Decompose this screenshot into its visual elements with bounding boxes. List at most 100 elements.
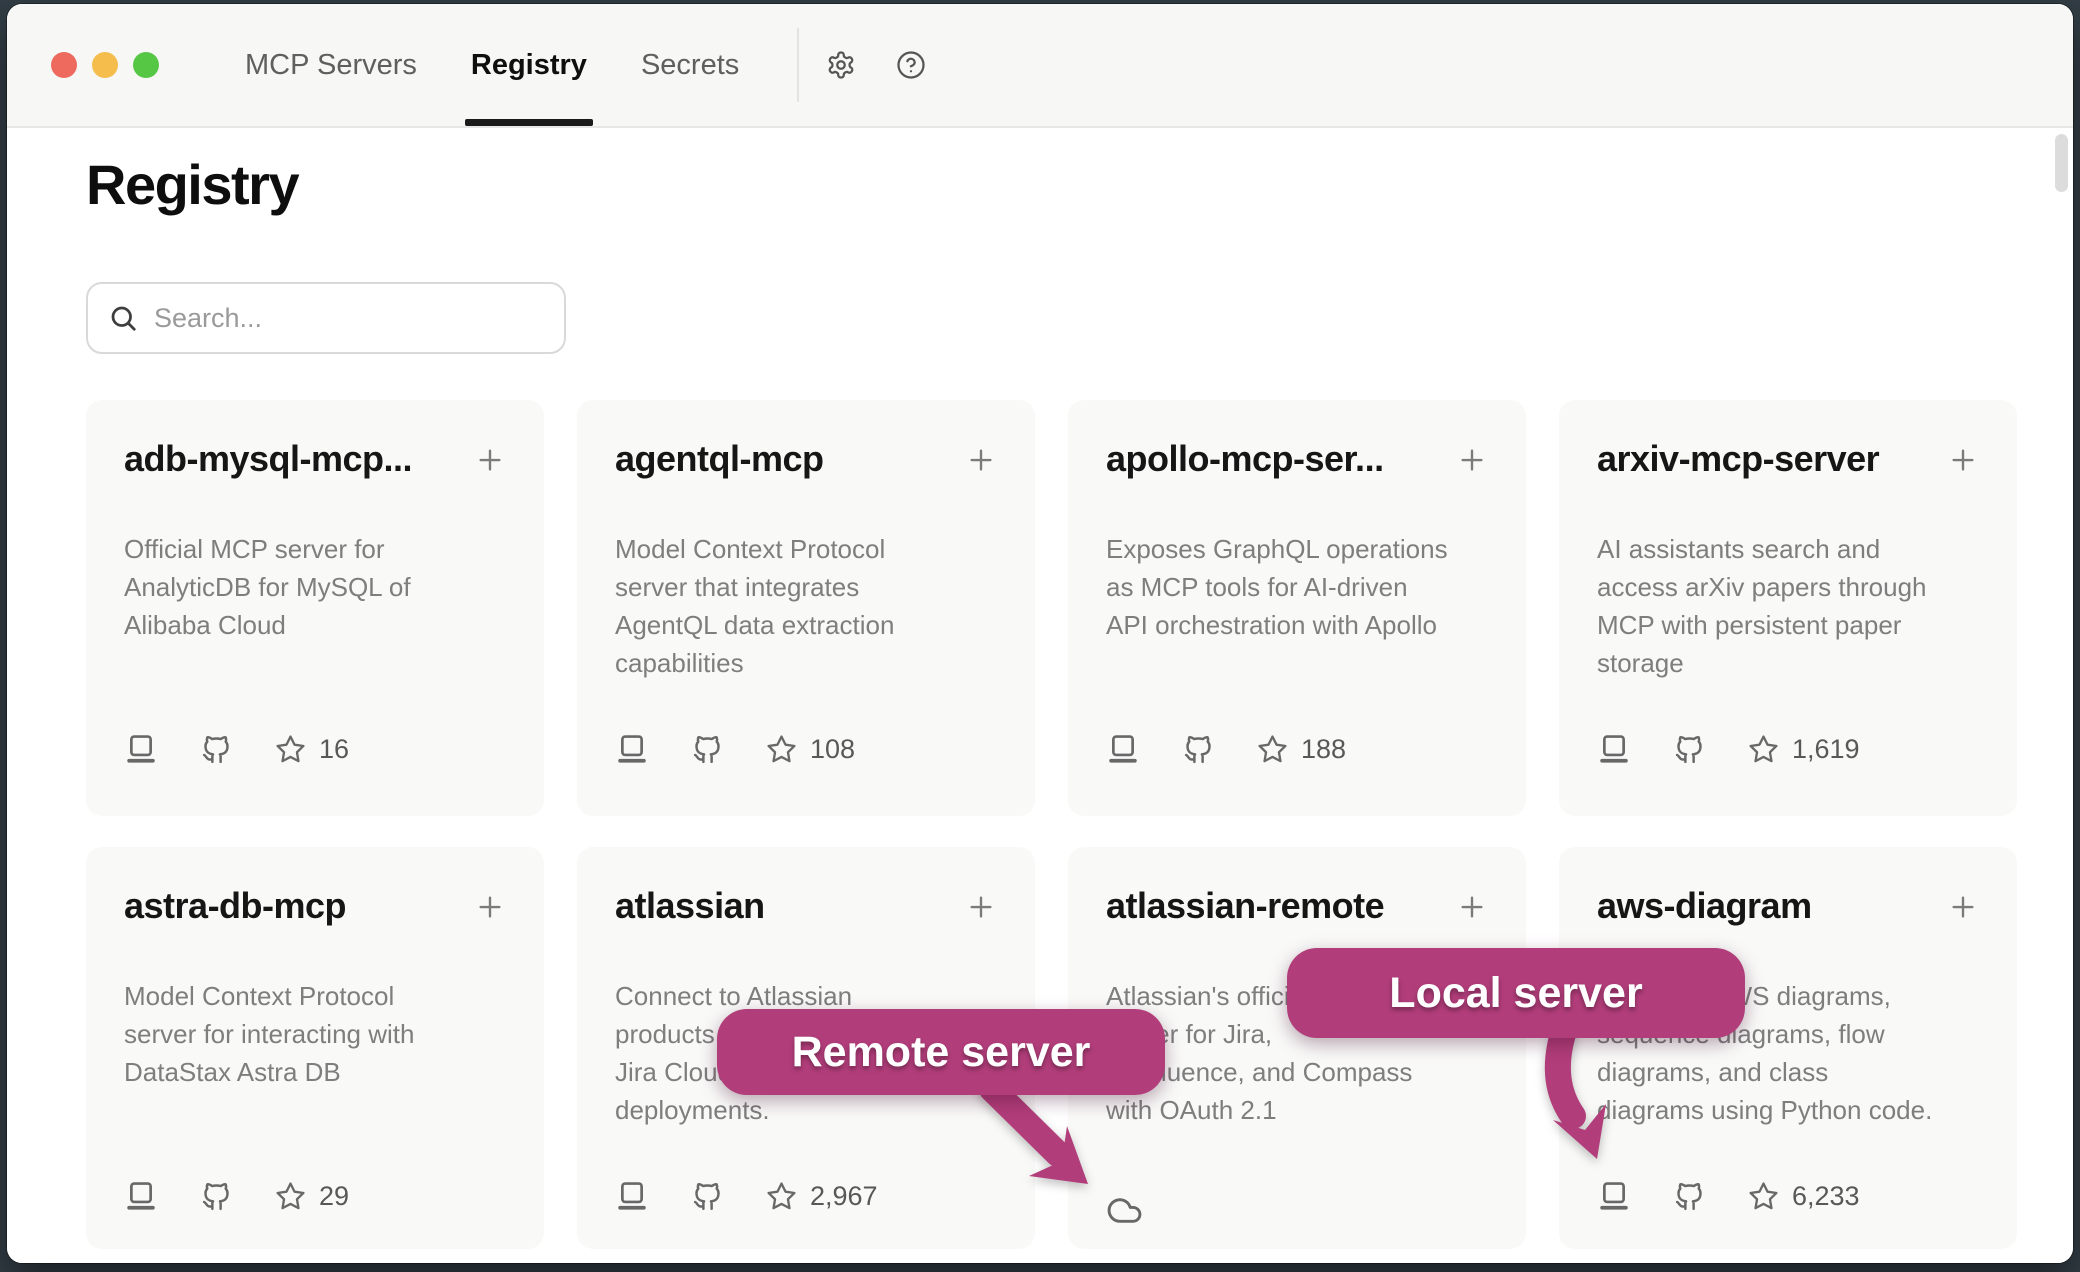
laptop-icon	[1597, 1179, 1631, 1213]
scrollbar-thumb[interactable]	[2055, 134, 2068, 192]
server-card[interactable]: aws-diagram Generate AWS diagrams,sequen…	[1559, 847, 2017, 1249]
description-line: server for interacting with	[124, 1015, 514, 1053]
description-line: deployments.	[615, 1091, 1005, 1129]
help-button[interactable]	[883, 37, 939, 93]
server-description: AI assistants search andaccess arXiv pap…	[1597, 530, 1987, 682]
server-description: Model Context Protocolserver for interac…	[124, 977, 514, 1091]
add-server-button[interactable]	[466, 436, 514, 484]
titlebar: MCP Servers Registry Secrets	[7, 4, 2073, 128]
server-description: Exposes GraphQL operationsas MCP tools f…	[1106, 530, 1496, 644]
plus-icon	[1948, 445, 1978, 475]
star-count: 16	[319, 734, 349, 765]
github-icon	[691, 1180, 724, 1213]
traffic-lights	[51, 52, 159, 78]
plus-icon	[1948, 892, 1978, 922]
add-server-button[interactable]	[957, 436, 1005, 484]
card-footer: 188	[1106, 730, 1346, 768]
description-line: Exposes GraphQL operations	[1106, 530, 1496, 568]
star-icon	[275, 1181, 306, 1212]
server-card[interactable]: adb-mysql-mcp... Official MCP server for…	[86, 400, 544, 816]
server-card[interactable]: agentql-mcp Model Context Protocolserver…	[577, 400, 1035, 816]
star-rating: 16	[275, 734, 349, 765]
star-count: 1,619	[1792, 734, 1860, 765]
tab-registry[interactable]: Registry	[469, 4, 589, 126]
tab-secrets[interactable]: Secrets	[639, 4, 741, 126]
plus-icon	[475, 892, 505, 922]
description-line: storage	[1597, 644, 1987, 682]
description-line: server that integrates	[615, 568, 1005, 606]
zoom-button[interactable]	[133, 52, 159, 78]
plus-icon	[1457, 892, 1487, 922]
description-line: diagrams, and class	[1597, 1053, 1987, 1091]
add-server-button[interactable]	[957, 883, 1005, 931]
help-icon	[896, 50, 926, 80]
star-rating: 188	[1257, 734, 1346, 765]
card-footer: 1,619	[1597, 730, 1860, 768]
plus-icon	[966, 892, 996, 922]
description-line: AI assistants search and	[1597, 530, 1987, 568]
star-count: 188	[1301, 734, 1346, 765]
card-footer: 2,967	[615, 1177, 878, 1215]
add-server-button[interactable]	[1939, 436, 1987, 484]
star-rating: 29	[275, 1181, 349, 1212]
description-line: AgentQL data extraction	[615, 606, 1005, 644]
star-icon	[766, 1181, 797, 1212]
app-window: MCP Servers Registry Secrets Registry	[7, 4, 2073, 1263]
add-server-button[interactable]	[466, 883, 514, 931]
description-line: Model Context Protocol	[124, 977, 514, 1015]
star-icon	[766, 734, 797, 765]
description-line: as MCP tools for AI-driven	[1106, 568, 1496, 606]
server-name: atlassian-remote	[1106, 885, 1488, 927]
card-footer: 29	[124, 1177, 349, 1215]
card-footer: 108	[615, 730, 855, 768]
server-description: Model Context Protocolserver that integr…	[615, 530, 1005, 682]
server-name: arxiv-mcp-server	[1597, 438, 1979, 480]
plus-icon	[1457, 445, 1487, 475]
star-count: 108	[810, 734, 855, 765]
card-footer: 6,233	[1597, 1177, 1860, 1215]
add-server-button[interactable]	[1448, 436, 1496, 484]
server-card[interactable]: apollo-mcp-ser... Exposes GraphQL operat…	[1068, 400, 1526, 816]
local-server-callout: Local server	[1287, 948, 1745, 1038]
description-line: Official MCP server for	[124, 530, 514, 568]
card-footer: 16	[124, 730, 349, 768]
laptop-icon	[615, 1179, 649, 1213]
search-input[interactable]	[154, 303, 544, 334]
plus-icon	[966, 445, 996, 475]
star-icon	[275, 734, 306, 765]
description-line: MCP with persistent paper	[1597, 606, 1987, 644]
server-card[interactable]: arxiv-mcp-server AI assistants search an…	[1559, 400, 2017, 816]
plus-icon	[475, 445, 505, 475]
server-name: apollo-mcp-ser...	[1106, 438, 1488, 480]
server-name: astra-db-mcp	[124, 885, 506, 927]
add-server-button[interactable]	[1939, 883, 1987, 931]
titlebar-divider	[797, 28, 799, 102]
description-line: AnalyticDB for MySQL of	[124, 568, 514, 606]
laptop-icon	[124, 732, 158, 766]
star-count: 2,967	[810, 1181, 878, 1212]
server-description: Official MCP server forAnalyticDB for My…	[124, 530, 514, 644]
close-button[interactable]	[51, 52, 77, 78]
laptop-icon	[615, 732, 649, 766]
description-line: Model Context Protocol	[615, 530, 1005, 568]
cloud-icon	[1106, 1192, 1143, 1229]
search-box[interactable]	[86, 282, 566, 354]
gear-icon	[826, 50, 856, 80]
laptop-icon	[124, 1179, 158, 1213]
star-icon	[1748, 1181, 1779, 1212]
titlebar-tabs: MCP Servers Registry Secrets	[243, 4, 741, 126]
github-icon	[1673, 733, 1706, 766]
minimize-button[interactable]	[92, 52, 118, 78]
add-server-button[interactable]	[1448, 883, 1496, 931]
star-rating: 1,619	[1748, 734, 1860, 765]
settings-button[interactable]	[813, 37, 869, 93]
description-line: diagrams using Python code.	[1597, 1091, 1987, 1129]
description-line: Alibaba Cloud	[124, 606, 514, 644]
tab-mcp-servers[interactable]: MCP Servers	[243, 4, 419, 126]
description-line: DataStax Astra DB	[124, 1053, 514, 1091]
page-title: Registry	[86, 152, 298, 217]
star-rating: 2,967	[766, 1181, 878, 1212]
server-card[interactable]: astra-db-mcp Model Context Protocolserve…	[86, 847, 544, 1249]
server-name: agentql-mcp	[615, 438, 997, 480]
remote-server-callout: Remote server	[717, 1009, 1165, 1095]
